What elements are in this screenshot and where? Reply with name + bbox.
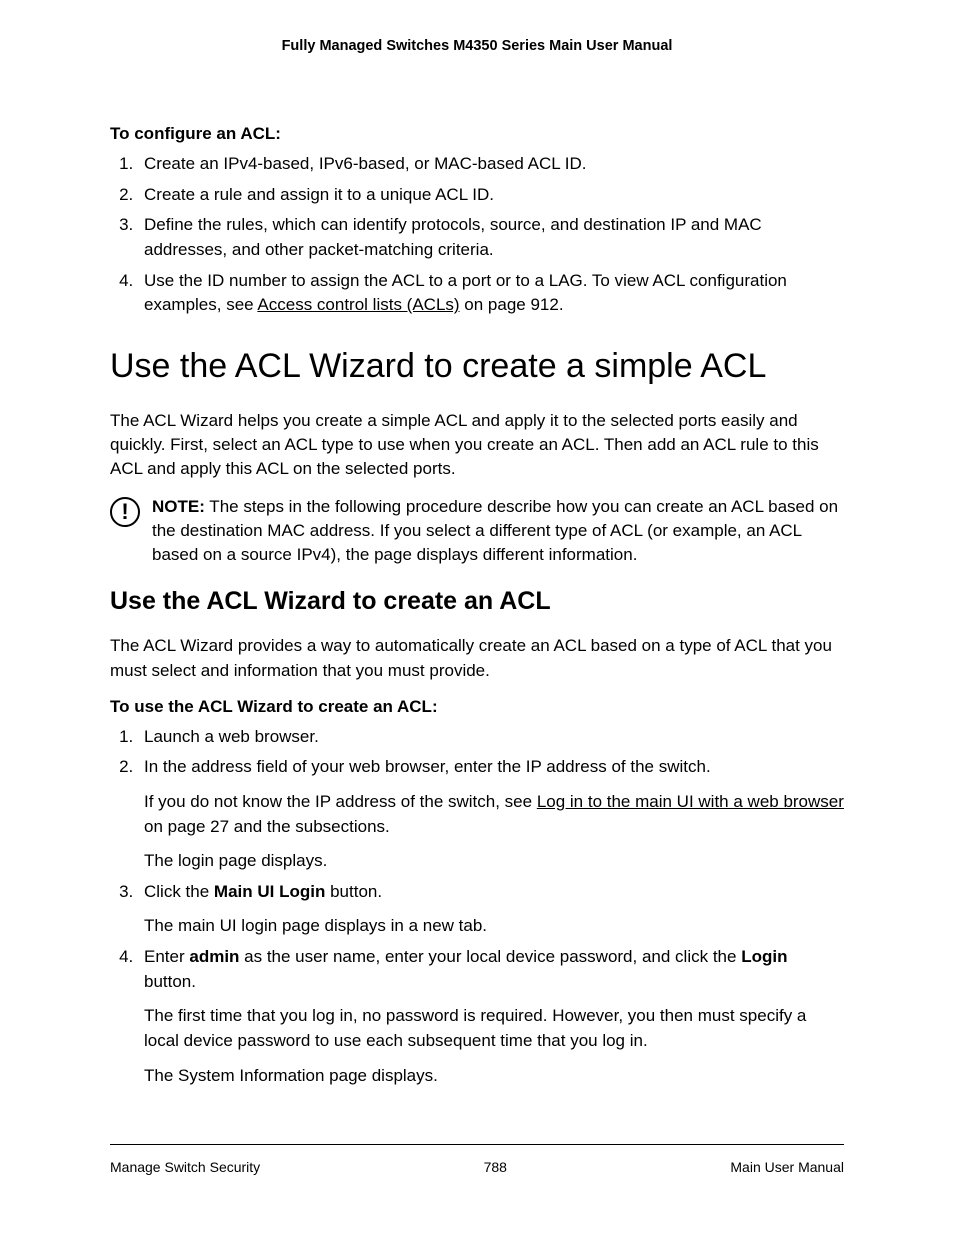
admin-label: admin [189, 947, 239, 966]
step3-b: button. [325, 882, 382, 901]
step3-a: Click the [144, 882, 214, 901]
document-page: Fully Managed Switches M4350 Series Main… [0, 0, 954, 1235]
list-item: Launch a web browser. [138, 725, 844, 750]
page-footer: Manage Switch Security 788 Main User Man… [110, 1144, 844, 1175]
step4-main: Enter admin as the user name, enter your… [144, 945, 844, 994]
intro-paragraph: The ACL Wizard helps you create a simple… [110, 409, 844, 481]
note-text: NOTE: The steps in the following procedu… [152, 495, 844, 567]
step4-a: Enter [144, 947, 189, 966]
paragraph-2: The ACL Wizard provides a way to automat… [110, 634, 844, 682]
footer-page-number: 788 [484, 1159, 507, 1175]
page-header-title: Fully Managed Switches M4350 Series Main… [110, 38, 844, 54]
step2-sub2: The login page displays. [144, 849, 844, 874]
list-item: Enter admin as the user name, enter your… [138, 945, 844, 1088]
footer-row: Manage Switch Security 788 Main User Man… [110, 1159, 844, 1175]
configure-acl-steps: Create an IPv4-based, IPv6-based, or MAC… [110, 152, 844, 318]
step2-sub1-b: on page 27 and the subsections. [144, 817, 390, 836]
step4-b: as the user name, enter your local devic… [239, 947, 741, 966]
main-heading: Use the ACL Wizard to create a simple AC… [110, 346, 844, 387]
note-icon: ! [110, 497, 140, 527]
list-item: Define the rules, which can identify pro… [138, 213, 844, 262]
footer-right: Main User Manual [730, 1159, 844, 1175]
footer-left: Manage Switch Security [110, 1159, 260, 1175]
step2-sub1: If you do not know the IP address of the… [144, 790, 844, 839]
step4-sub2: The System Information page displays. [144, 1064, 844, 1089]
list-item: Create an IPv4-based, IPv6-based, or MAC… [138, 152, 844, 177]
use-wizard-steps: Launch a web browser. In the address fie… [110, 725, 844, 1089]
footer-divider [110, 1144, 844, 1145]
note-block: ! NOTE: The steps in the following proce… [110, 495, 844, 567]
step2-sub1-a: If you do not know the IP address of the… [144, 792, 537, 811]
step4-c: button. [144, 972, 196, 991]
acl-link[interactable]: Access control lists (ACLs) [257, 295, 459, 314]
list-item: In the address field of your web browser… [138, 755, 844, 874]
sub-heading: Use the ACL Wizard to create an ACL [110, 587, 844, 616]
list-item: Create a rule and assign it to a unique … [138, 183, 844, 208]
main-ui-login-label: Main UI Login [214, 882, 325, 901]
note-label: NOTE: [152, 497, 205, 516]
step4-text-b: on page 912. [460, 295, 564, 314]
list-item: Use the ID number to assign the ACL to a… [138, 269, 844, 318]
step3-sub: The main UI login page displays in a new… [144, 914, 844, 939]
configure-acl-heading: To configure an ACL: [110, 124, 844, 144]
list-item: Click the Main UI Login button. The main… [138, 880, 844, 939]
login-link[interactable]: Log in to the main UI with a web browser [537, 792, 844, 811]
step3-main: Click the Main UI Login button. [144, 880, 844, 905]
step2-main: In the address field of your web browser… [144, 755, 844, 780]
note-body: The steps in the following procedure des… [152, 497, 838, 564]
use-wizard-heading: To use the ACL Wizard to create an ACL: [110, 697, 844, 717]
login-button-label: Login [741, 947, 787, 966]
step4-sub1: The first time that you log in, no passw… [144, 1004, 844, 1053]
